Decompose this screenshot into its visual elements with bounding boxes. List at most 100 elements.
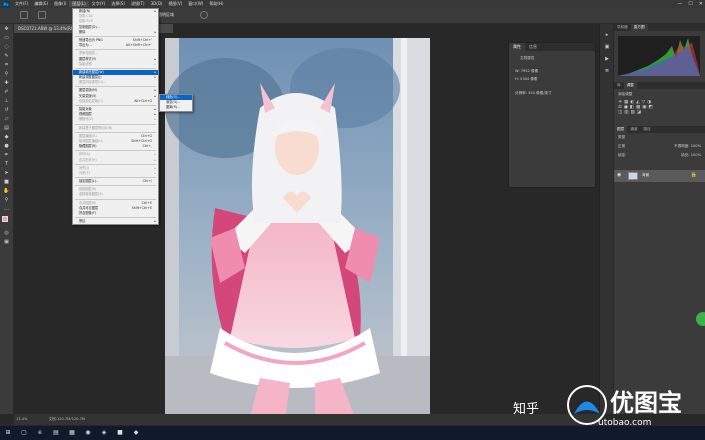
menu-item[interactable]: 删除 ▸: [73, 30, 158, 35]
maximize-button[interactable]: ☐: [688, 1, 692, 7]
menu-5[interactable]: 选择(S): [108, 1, 128, 7]
layer-thumbnail: [628, 172, 638, 180]
tab-libraries[interactable]: 库: [614, 82, 624, 89]
menu-item-label: 合并图层(E): [79, 200, 97, 205]
tab-layers[interactable]: 图层: [614, 126, 628, 133]
menu-6[interactable]: 滤镜(T): [128, 1, 148, 7]
menu-item[interactable]: 选择链接图层(S): [73, 192, 158, 197]
menu-8[interactable]: 视图(V): [165, 1, 185, 7]
layer-filter-dropdown[interactable]: 类型: [614, 133, 705, 142]
move-tool-icon[interactable]: ✥: [3, 26, 10, 32]
properties-icon[interactable]: ≣: [603, 68, 611, 75]
menu-item-label: 隐藏图层(R): [79, 144, 97, 149]
blend-mode-dropdown[interactable]: 正常: [618, 144, 625, 149]
path-select-tool-icon[interactable]: ➤: [3, 170, 10, 176]
menu-4[interactable]: 文字(Y): [89, 1, 109, 7]
menu-10[interactable]: 帮助(H): [206, 1, 226, 7]
menu-item[interactable]: 隐藏图层(R) Ctrl+,: [73, 144, 158, 149]
blur-tool-icon[interactable]: ◆: [3, 134, 10, 140]
floating-badge[interactable]: [696, 312, 705, 326]
tool-preset-icon[interactable]: [20, 11, 28, 19]
history-brush-tool-icon[interactable]: ↺: [3, 107, 10, 113]
tab-info[interactable]: 信息: [525, 43, 541, 51]
width-value: W: 7952 像素: [515, 69, 539, 73]
tab-histogram[interactable]: 直方图: [630, 24, 648, 31]
dodge-tool-icon[interactable]: ●: [3, 143, 10, 149]
app-icon[interactable]: ◆: [132, 429, 140, 437]
healing-tool-icon[interactable]: ✚: [3, 80, 10, 86]
eraser-tool-icon[interactable]: ▱: [3, 116, 10, 122]
collapse-icon[interactable]: ▸: [603, 32, 611, 39]
tab-properties[interactable]: 属性: [509, 43, 525, 51]
menu-item[interactable]: 分布(T) ▸: [73, 171, 158, 176]
status-bar: 13.4% 文档:120.7M/120.7M: [14, 414, 599, 425]
brush-tool-icon[interactable]: ✐: [3, 89, 10, 95]
stamp-tool-icon[interactable]: ⊥: [3, 98, 10, 104]
opacity-field[interactable]: 不透明度: 100%: [674, 144, 701, 149]
app-icon[interactable]: ◉: [84, 429, 92, 437]
fill-mode-icon[interactable]: [38, 11, 46, 19]
store-icon[interactable]: ▦: [68, 429, 76, 437]
more-tools-icon[interactable]: …: [3, 206, 10, 212]
menu-item[interactable]: 图层内容选项(O)...: [73, 80, 158, 85]
windows-start-icon[interactable]: ⊞: [4, 429, 12, 437]
screen-mode-icon[interactable]: ▣: [3, 239, 10, 245]
menu-item-label: 导出为...: [79, 43, 92, 48]
adjustment-icons[interactable]: ◫▥▨◪: [614, 110, 705, 115]
menu-item[interactable]: 修边 ▸: [73, 219, 158, 224]
menu-item[interactable]: 栅格化(Z) ▸: [73, 117, 158, 122]
zoom-tool-icon[interactable]: ⚲: [3, 197, 10, 203]
menu-item[interactable]: 智能滤镜 ▸: [73, 62, 158, 67]
quick-select-tool-icon[interactable]: ✎: [3, 53, 10, 59]
tab-paths[interactable]: 路径: [640, 126, 653, 133]
menu-9[interactable]: 窗口(W): [185, 1, 206, 7]
pen-tool-icon[interactable]: ✒: [3, 152, 10, 158]
menu-item-label: 删除: [79, 29, 86, 34]
menu-item-label: 栅格化(Z): [79, 117, 94, 122]
folder-icon[interactable]: ▤: [52, 429, 60, 437]
menu-2[interactable]: 图像(I): [51, 1, 69, 7]
menu-item[interactable]: 图案(R)...: [160, 105, 192, 110]
document-canvas[interactable]: [165, 38, 430, 418]
gradient-tool-icon[interactable]: ▤: [3, 125, 10, 131]
quick-mask-icon[interactable]: ◎: [3, 230, 10, 236]
actions-icon[interactable]: ▶: [603, 56, 611, 63]
close-button[interactable]: ✕: [699, 1, 703, 7]
foreground-color-swatch[interactable]: [2, 216, 8, 222]
app-icon[interactable]: ◈: [100, 429, 108, 437]
tab-channels[interactable]: 通道: [627, 126, 640, 133]
tab-navigator[interactable]: 导航器: [614, 24, 631, 31]
marquee-tool-icon[interactable]: ▭: [3, 35, 10, 41]
shape-tool-icon[interactable]: ■: [3, 179, 10, 185]
history-icon[interactable]: ▣: [603, 44, 611, 51]
layer-row[interactable]: ◉ 背景 🔒: [614, 170, 705, 182]
menu-1[interactable]: 编辑(E): [31, 1, 51, 7]
menu-item-label: 新建调整图层(J): [79, 75, 102, 80]
task-view-icon[interactable]: ▢: [20, 429, 28, 437]
menu-7[interactable]: 3D(D): [148, 1, 166, 7]
lasso-tool-icon[interactable]: ◌: [3, 44, 10, 50]
menu-item-label: 新建填充图层(W): [79, 69, 104, 74]
menu-item[interactable]: 拼合图像(F): [73, 211, 158, 216]
pressure-icon[interactable]: [200, 11, 208, 19]
right-panels: 导航器 直方图 库 调整 添加调整 ☀▦◐◭▽◑ ⚖◼◧▩▣◩ ◫▥▨◪ 图层 …: [614, 24, 705, 414]
menu-item[interactable]: 导出为... Alt+Shift+Ctrl+': [73, 43, 158, 48]
edge-icon[interactable]: e: [36, 429, 44, 437]
hand-tool-icon[interactable]: ✋: [3, 188, 10, 194]
menu-item-label: 排列(A): [79, 152, 91, 157]
minimize-button[interactable]: —: [677, 1, 682, 7]
zoom-level[interactable]: 13.4%: [16, 417, 27, 421]
menu-item[interactable]: 合并形状(H) ▸: [73, 158, 158, 163]
tab-adjustments[interactable]: 调整: [623, 82, 637, 89]
menu-item[interactable]: 新建基于图层的切片(B): [73, 126, 158, 131]
type-tool-icon[interactable]: T: [3, 161, 10, 167]
fill-field[interactable]: 填充: 100%: [681, 153, 701, 158]
eye-icon[interactable]: ◉: [617, 172, 621, 178]
eyedropper-tool-icon[interactable]: ⚲: [3, 71, 10, 77]
menu-0[interactable]: 文件(F): [12, 1, 31, 7]
crop-tool-icon[interactable]: ⌗: [3, 62, 10, 68]
menu-3[interactable]: 图层(L): [69, 1, 89, 7]
photoshop-taskbar-icon[interactable]: ■: [116, 429, 124, 437]
menu-item[interactable]: 创建剪贴蒙版(C) Alt+Ctrl+G: [73, 99, 158, 104]
menu-item[interactable]: 锁定图层(L)... Ctrl+/: [73, 179, 158, 184]
